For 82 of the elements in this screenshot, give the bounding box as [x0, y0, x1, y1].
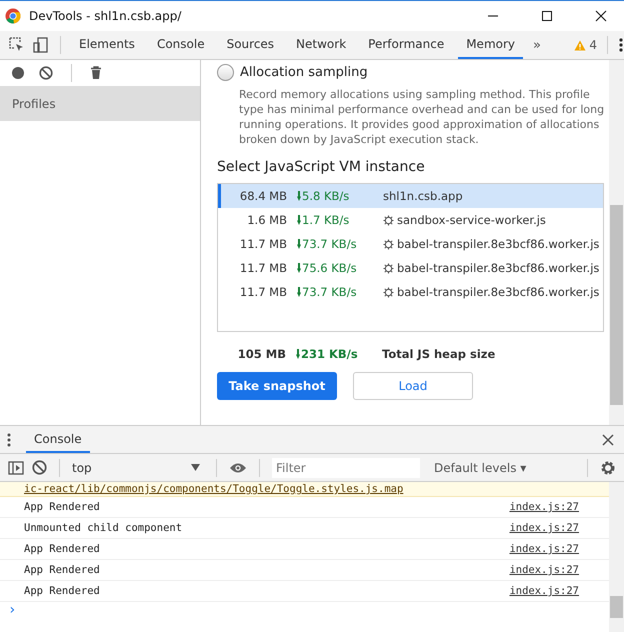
- allocation-rate: 73.7 KB/s: [302, 237, 357, 251]
- down-arrow-icon: [297, 287, 301, 297]
- down-arrow-icon: [296, 349, 300, 359]
- heap-size: 68.4 MB: [238, 189, 287, 203]
- panel-tab[interactable]: Network: [288, 31, 354, 59]
- source-link[interactable]: index.js:27: [509, 543, 579, 555]
- source-link[interactable]: index.js:27: [509, 585, 579, 597]
- load-button[interactable]: Load: [353, 372, 473, 400]
- warnings-counter[interactable]: 4: [574, 38, 597, 52]
- close-icon[interactable]: [602, 434, 614, 446]
- log-message: App Rendered: [24, 501, 100, 513]
- sidebar-item[interactable]: Profiles: [0, 87, 200, 121]
- log-levels-dropdown[interactable]: Default levels ▾: [428, 460, 532, 476]
- warning-count: 4: [589, 38, 597, 52]
- allocation-rate: 73.7 KB/s: [302, 285, 357, 299]
- heap-size: 11.7 MB: [238, 285, 287, 299]
- vm-instance-row[interactable]: 11.7 MB 73.7 KB/s babel-transpiler.8e3bcf86.worker.js: [218, 280, 603, 304]
- instance-name: babel-transpiler.8e3bcf86.worker.js: [397, 261, 600, 275]
- sidebar-toggle-icon[interactable]: [8, 460, 24, 476]
- maximize-icon[interactable]: [540, 9, 554, 23]
- eye-icon[interactable]: [229, 462, 247, 474]
- snapshot-button[interactable]: Take snapshot: [217, 372, 337, 400]
- source-link[interactable]: index.js:27: [509, 522, 579, 534]
- instance-name: shl1n.csb.app: [383, 189, 463, 203]
- down-arrow-icon: [297, 215, 301, 225]
- down-arrow-icon: [297, 191, 301, 201]
- log-message: App Rendered: [24, 585, 100, 597]
- gear-icon: [383, 286, 394, 298]
- allocation-rate: 5.8 KB/s: [302, 189, 350, 203]
- console-prompt[interactable]: ›: [0, 602, 609, 618]
- trash-icon[interactable]: [90, 66, 102, 80]
- panel-tab[interactable]: Performance: [360, 31, 452, 59]
- heap-size: 1.6 MB: [246, 213, 287, 227]
- option-label[interactable]: Allocation sampling: [240, 65, 368, 80]
- allocation-rate: 1.7 KB/s: [302, 213, 350, 227]
- section-heading: Select JavaScript VM instance: [217, 159, 426, 175]
- down-arrow-icon: [297, 263, 301, 273]
- gear-icon: [383, 262, 394, 274]
- source-link[interactable]: index.js:27: [509, 564, 579, 576]
- source-link[interactable]: index.js:27: [509, 501, 579, 513]
- heap-size: 11.7 MB: [238, 261, 287, 275]
- more-tabs-button[interactable]: »: [529, 38, 545, 52]
- allocation-rate: 75.6 KB/s: [302, 261, 357, 275]
- down-arrow-icon: [297, 239, 301, 249]
- instance-name: babel-transpiler.8e3bcf86.worker.js: [397, 237, 600, 251]
- total-allocation-rate: 231 KB/s: [301, 347, 358, 361]
- instance-name: babel-transpiler.8e3bcf86.worker.js: [397, 285, 600, 299]
- gear-icon: [383, 238, 394, 250]
- clear-icon[interactable]: [32, 460, 47, 475]
- panel-tab[interactable]: Console: [148, 31, 213, 59]
- radio-button[interactable]: [217, 64, 234, 81]
- warning-icon: [574, 40, 586, 50]
- filter-field[interactable]: Filter: [272, 458, 420, 478]
- panel-tab[interactable]: Memory: [458, 31, 524, 59]
- vm-instance-row[interactable]: 11.7 MB 73.7 KB/s babel-transpiler.8e3bcf86.worker.js: [218, 232, 603, 256]
- settings-icon[interactable]: [600, 460, 616, 476]
- device-toolbar-icon[interactable]: [32, 36, 50, 54]
- window-title: DevTools - shl1n.csb.app/: [29, 9, 182, 23]
- close-icon[interactable]: [594, 9, 608, 23]
- browser-logo-icon: [5, 8, 21, 24]
- record-icon[interactable]: [11, 66, 25, 80]
- panel-tab[interactable]: Sources: [218, 31, 282, 59]
- panel-tab[interactable]: Elements: [71, 31, 143, 59]
- total-heap-size: 105 MB: [236, 347, 286, 361]
- heap-size: 11.7 MB: [238, 237, 287, 251]
- dropdown-arrow-icon: [191, 464, 200, 471]
- scrollbar[interactable]: [609, 482, 624, 632]
- clear-icon[interactable]: [39, 66, 53, 80]
- instance-name: sandbox-service-worker.js: [397, 213, 546, 227]
- log-message: Unmounted child component: [24, 522, 182, 534]
- vm-instance-row[interactable]: 11.7 MB 75.6 KB/s babel-transpiler.8e3bcf86.worker.js: [218, 256, 603, 280]
- log-message: App Rendered: [24, 543, 100, 555]
- vm-instance-row[interactable]: 1.6 MB 1.7 KB/s sandbox-service-worker.js: [218, 208, 603, 232]
- log-message: App Rendered: [24, 564, 100, 576]
- more-options-icon[interactable]: [618, 36, 624, 54]
- total-label: Total JS heap size: [382, 347, 496, 361]
- option-description: Record memory allocations using sampling method. This profile type has minimal performance overhead and can be used for long running operations. It provides good approximation of allocations broken down by JavaScript execution stack.: [239, 87, 605, 147]
- gear-icon: [383, 214, 394, 226]
- context-select[interactable]: top: [72, 460, 204, 474]
- scrollbar[interactable]: [609, 60, 624, 425]
- vm-instance-row[interactable]: 68.4 MB 5.8 KB/s shl1n.csb.app: [218, 184, 603, 208]
- drawer-menu-icon[interactable]: [6, 432, 12, 448]
